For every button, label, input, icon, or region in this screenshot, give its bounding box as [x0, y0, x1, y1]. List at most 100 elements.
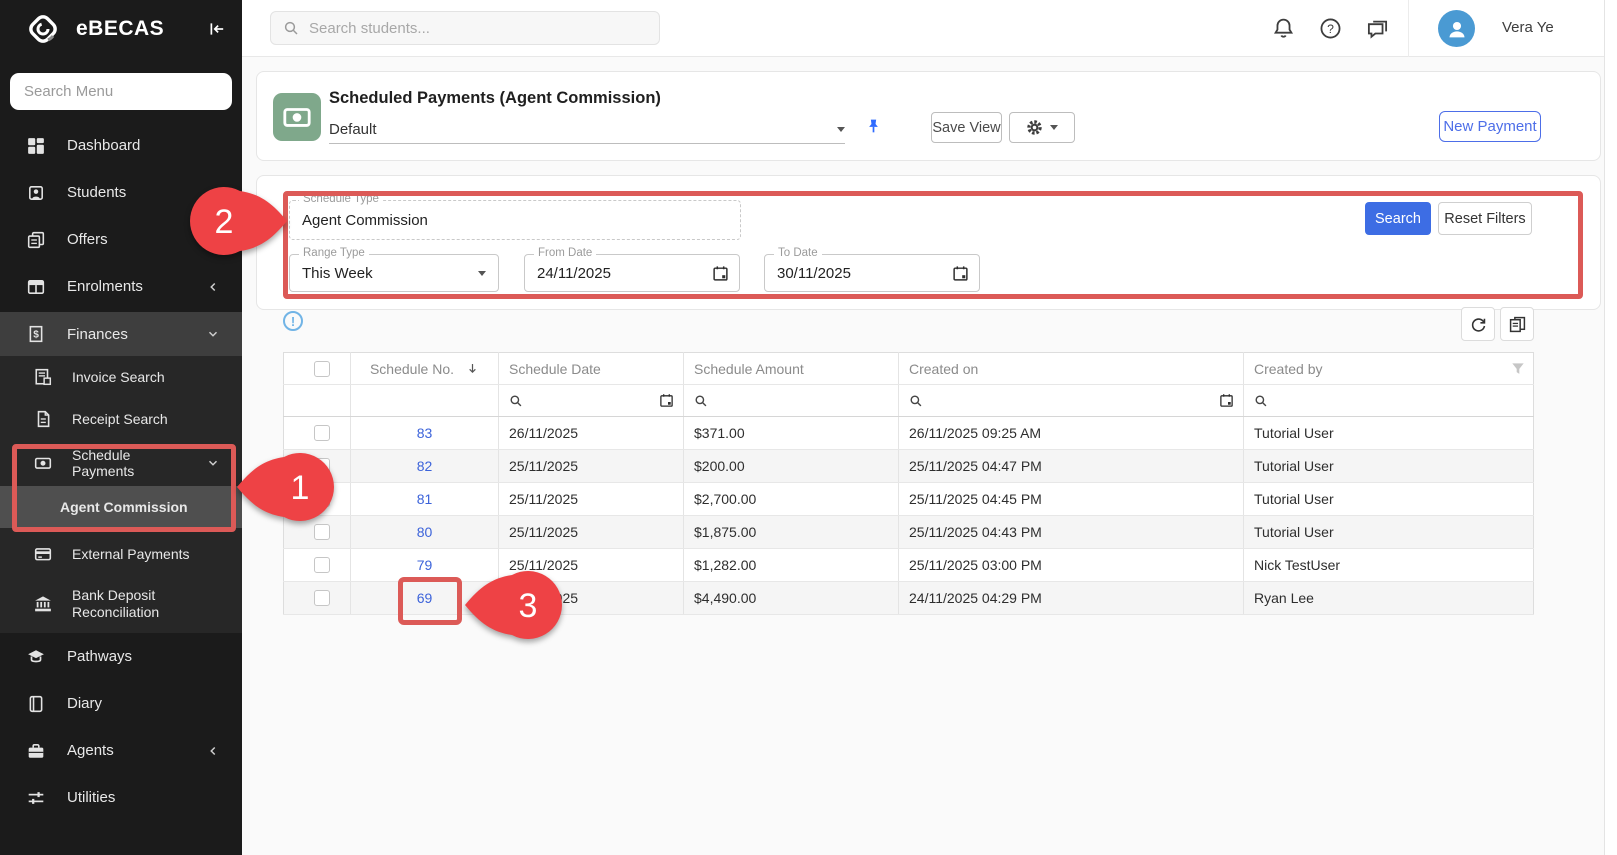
created-by-cell: Nick TestUser: [1244, 549, 1534, 582]
range-type-value: This Week: [302, 255, 373, 291]
schedule-no-link[interactable]: 69: [417, 590, 433, 606]
help-icon[interactable]: ?: [1319, 17, 1342, 40]
schedule-amount-cell: $371.00: [684, 417, 899, 450]
sidebar-item-bank-deposit-reconciliation[interactable]: Bank Deposit Reconciliation: [0, 575, 242, 633]
schedule-amount-cell: $1,282.00: [684, 549, 899, 582]
magnifier-icon: [909, 394, 923, 408]
logo-row: eBECAS: [0, 0, 242, 57]
filter-cell-created-on[interactable]: [899, 385, 1244, 417]
row-checkbox[interactable]: [314, 458, 330, 474]
chevron-down-icon: [1050, 125, 1058, 130]
column-header-created-by[interactable]: Created by: [1244, 353, 1534, 385]
sidebar-collapse-icon[interactable]: [208, 20, 226, 38]
sidebar-item-agent-commission[interactable]: Agent Commission: [0, 486, 242, 528]
page-title: Scheduled Payments (Agent Commission): [329, 89, 661, 108]
sidebar-item-enrolments[interactable]: Enrolments: [0, 263, 242, 310]
schedule-no-link[interactable]: 82: [417, 458, 433, 474]
row-checkbox[interactable]: [314, 491, 330, 507]
created-on-cell: 25/11/2025 04:43 PM: [899, 516, 1244, 549]
chat-feedback-icon[interactable]: [1366, 17, 1389, 40]
dashboard-icon: [27, 137, 45, 155]
calendar-icon[interactable]: [712, 265, 729, 282]
chevron-down-icon: [478, 271, 486, 276]
avatar[interactable]: [1438, 10, 1475, 47]
sidebar: eBECAS Dashboard Students Offers Enrolme…: [0, 0, 242, 855]
sidebar-item-dashboard[interactable]: Dashboard: [0, 122, 242, 169]
sidebar-item-receipt-search[interactable]: Receipt Search: [0, 398, 242, 440]
column-header-schedule-date[interactable]: Schedule Date: [499, 353, 684, 385]
student-search-input[interactable]: [309, 20, 647, 37]
sidebar-item-label: Bank Deposit Reconciliation: [72, 587, 200, 622]
search-button[interactable]: Search: [1365, 202, 1431, 235]
filter-cell-schedule-amount[interactable]: [684, 385, 899, 417]
schedule-date-cell: 26/11/2025: [499, 417, 684, 450]
refresh-button[interactable]: [1461, 307, 1495, 341]
sidebar-item-finances[interactable]: $ Finances: [0, 312, 242, 356]
view-settings-button[interactable]: [1009, 112, 1075, 143]
sort-down-icon: [466, 362, 479, 375]
info-icon[interactable]: !: [283, 311, 303, 331]
sidebar-menu: Dashboard Students Offers Enrolments $ F…: [0, 122, 242, 821]
ebecas-logo-icon: [24, 10, 62, 48]
column-header-schedule-no[interactable]: Schedule No.: [351, 353, 499, 385]
sidebar-item-label: Finances: [67, 326, 184, 343]
sidebar-item-diary[interactable]: Diary: [0, 680, 242, 727]
schedule-payments-table: Schedule No. Schedule Date Schedule Amou…: [283, 352, 1534, 615]
row-checkbox[interactable]: [314, 557, 330, 573]
row-checkbox[interactable]: [314, 590, 330, 606]
sidebar-item-utilities[interactable]: Utilities: [0, 774, 242, 821]
receipt-search-icon: [34, 410, 52, 428]
reset-filters-button[interactable]: Reset Filters: [1438, 202, 1532, 235]
range-type-select[interactable]: Range Type This Week: [289, 254, 499, 292]
sidebar-item-label: Invoice Search: [72, 369, 220, 385]
sidebar-item-students[interactable]: Students: [0, 169, 242, 216]
copy-icon: [1509, 316, 1526, 333]
new-payment-button[interactable]: New Payment: [1439, 111, 1541, 142]
calendar-icon[interactable]: [1219, 393, 1234, 408]
diary-icon: [27, 695, 45, 713]
view-selector[interactable]: Default: [329, 116, 845, 144]
row-checkbox[interactable]: [314, 524, 330, 540]
schedule-no-link[interactable]: 81: [417, 491, 433, 507]
chevron-down-icon: [837, 127, 845, 132]
column-header-created-on[interactable]: Created on: [899, 353, 1244, 385]
student-search-box[interactable]: [270, 11, 660, 45]
menu-search-input[interactable]: [10, 73, 232, 110]
schedule-payments-icon: [34, 454, 52, 472]
save-view-button[interactable]: Save View: [931, 112, 1002, 143]
sidebar-item-schedule-payments[interactable]: Schedule Payments: [0, 440, 242, 486]
sidebar-item-invoice-search[interactable]: Invoice Search: [0, 356, 242, 398]
pin-icon[interactable]: [865, 118, 882, 135]
created-on-cell: 26/11/2025 09:25 AM: [899, 417, 1244, 450]
filter-cell-schedule-date[interactable]: [499, 385, 684, 417]
sidebar-item-agents[interactable]: Agents: [0, 727, 242, 774]
schedule-type-field[interactable]: Schedule Type Agent Commission: [289, 200, 741, 240]
pathways-icon: [27, 648, 45, 666]
table-row: 79 25/11/2025 $1,282.00 25/11/2025 03:00…: [284, 549, 1534, 582]
scrollbar[interactable]: [1604, 0, 1617, 855]
filter-cell-schedule-no[interactable]: [351, 385, 499, 417]
user-name: Vera Ye: [1502, 19, 1554, 36]
column-header-schedule-amount[interactable]: Schedule Amount: [684, 353, 899, 385]
students-icon: [27, 184, 45, 202]
money-tile-icon: [273, 93, 321, 141]
filter-funnel-icon[interactable]: [1511, 362, 1525, 376]
select-all-checkbox[interactable]: [314, 361, 330, 377]
calendar-icon[interactable]: [659, 393, 674, 408]
svg-text:$: $: [33, 330, 39, 341]
filter-cell-created-by[interactable]: [1244, 385, 1534, 417]
schedule-no-link[interactable]: 80: [417, 524, 433, 540]
notifications-bell-icon[interactable]: [1272, 17, 1295, 40]
sidebar-item-pathways[interactable]: Pathways: [0, 633, 242, 680]
sidebar-item-external-payments[interactable]: External Payments: [0, 533, 242, 575]
from-date-field[interactable]: From Date 24/11/2025: [524, 254, 740, 292]
schedule-no-link[interactable]: 83: [417, 425, 433, 441]
utilities-icon: [27, 789, 45, 807]
calendar-icon[interactable]: [952, 265, 969, 282]
row-checkbox[interactable]: [314, 425, 330, 441]
export-copy-button[interactable]: [1500, 307, 1534, 341]
to-date-field[interactable]: To Date 30/11/2025: [764, 254, 980, 292]
sidebar-item-offers[interactable]: Offers: [0, 216, 242, 263]
schedule-no-link[interactable]: 79: [417, 557, 433, 573]
created-by-cell: Ryan Lee: [1244, 582, 1534, 615]
